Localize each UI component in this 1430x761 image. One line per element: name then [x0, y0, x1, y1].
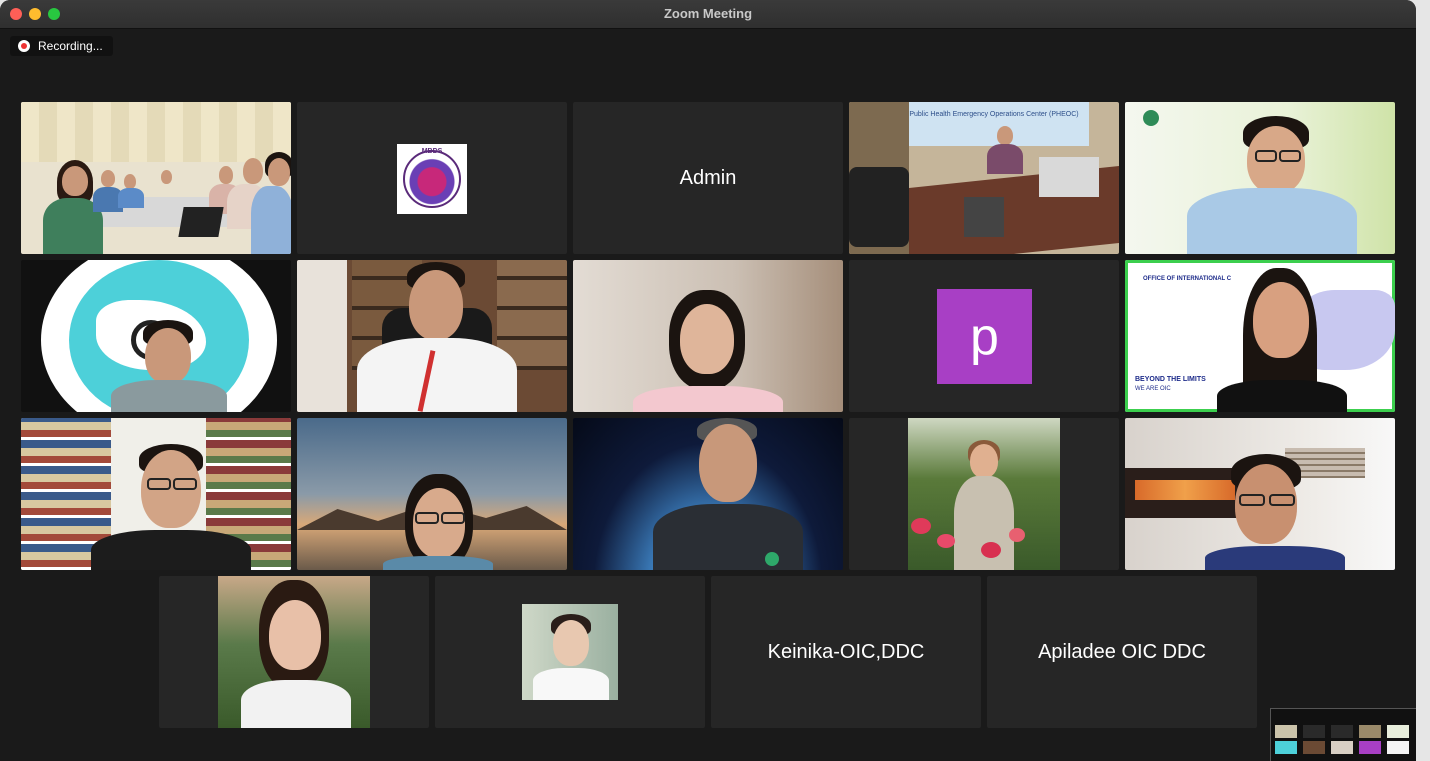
- video-tile-apiladee[interactable]: Apiladee OIC DDC: [987, 576, 1257, 728]
- video-tile-active-speaker-oic[interactable]: OFFICE OF INTERNATIONAL C BEYOND THE LIM…: [1125, 260, 1395, 412]
- title-bar: Zoom Meeting: [0, 0, 1416, 29]
- video-tile-man-space[interactable]: [573, 418, 843, 570]
- video-tile-man-library[interactable]: [21, 418, 291, 570]
- video-tile-pheoc[interactable]: Public Health Emergency Operations Cente…: [849, 102, 1119, 254]
- participant-name: Keinika-OIC,DDC: [767, 640, 925, 663]
- video-tile-woman-white-coat[interactable]: [159, 576, 429, 728]
- video-tile-woman-beige[interactable]: [573, 260, 843, 412]
- video-tile-mdc-logo-background[interactable]: [21, 260, 291, 412]
- participant-name: Apiladee OIC DDC: [1038, 640, 1206, 663]
- video-tile-woman-roses[interactable]: [849, 418, 1119, 570]
- participant-avatar: p: [937, 289, 1032, 384]
- record-icon: [18, 40, 30, 52]
- video-tile-participant-p[interactable]: p: [849, 260, 1119, 412]
- video-tile-man-green-background[interactable]: [1125, 102, 1395, 254]
- gallery-thumbnail-preview[interactable]: [1270, 708, 1416, 761]
- window-title: Zoom Meeting: [663, 6, 753, 21]
- video-tile-woman-lake[interactable]: [297, 418, 567, 570]
- mbds-logo: MBDS: [397, 144, 467, 214]
- recording-indicator[interactable]: Recording...: [10, 36, 113, 56]
- video-tile-keinika[interactable]: Keinika-OIC,DDC: [711, 576, 981, 728]
- video-tile-mbds-logo[interactable]: MBDS: [297, 102, 567, 254]
- video-tile-young-man[interactable]: [435, 576, 705, 728]
- zoom-window: Zoom Meeting Recording... MBDS Admin Pub…: [0, 0, 1416, 761]
- video-tile-meeting-room[interactable]: [21, 102, 291, 254]
- participant-name: Admin: [679, 166, 737, 189]
- video-tile-man-bookshelf[interactable]: [297, 260, 567, 412]
- video-tile-man-fireplace[interactable]: [1125, 418, 1395, 570]
- video-tile-admin[interactable]: Admin: [573, 102, 843, 254]
- recording-label: Recording...: [38, 39, 103, 53]
